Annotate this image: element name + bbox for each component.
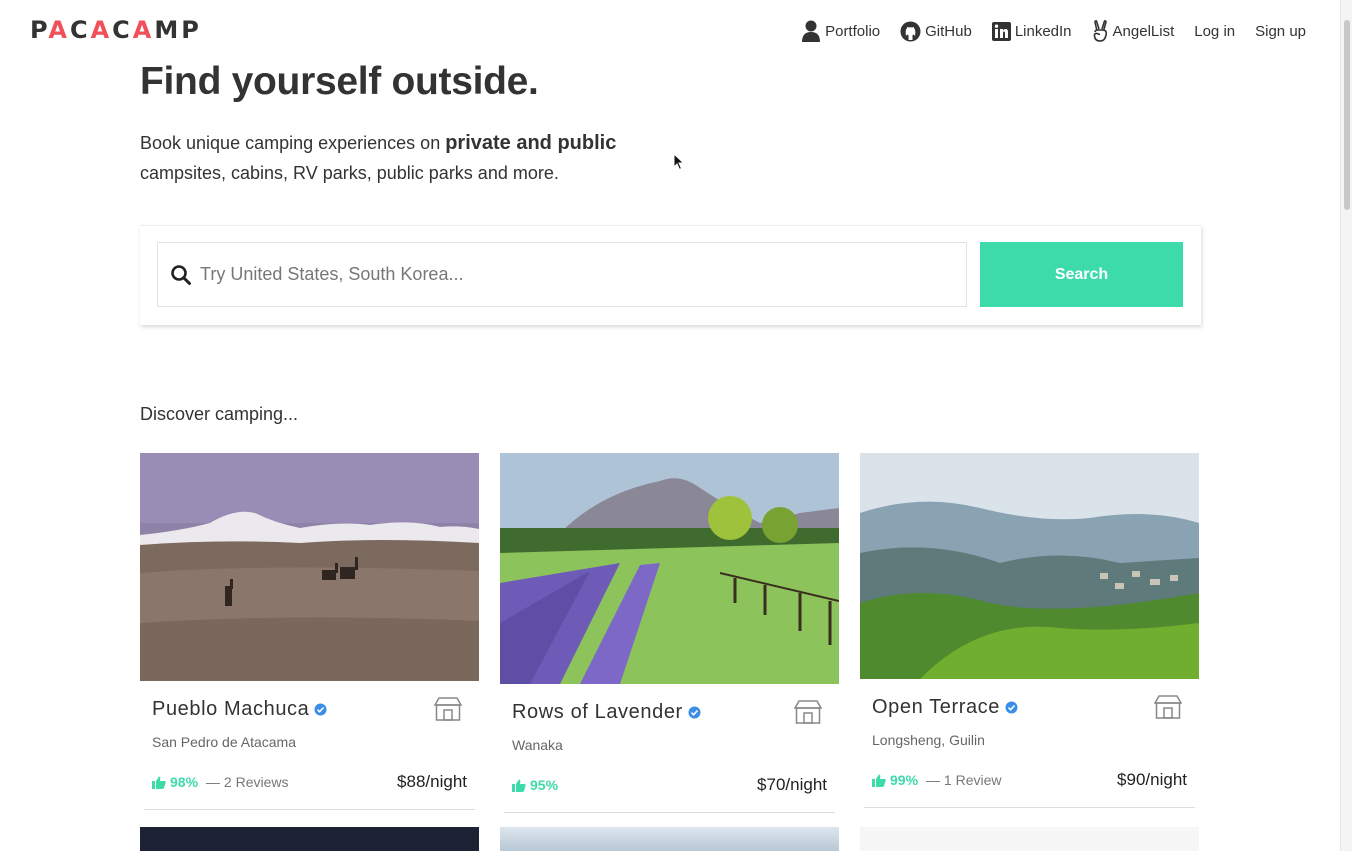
nav-github[interactable]: GitHub [900, 21, 972, 42]
listing-location: Longsheng, Guilin [872, 732, 985, 748]
hero-subtitle: Book unique camping experiences on priva… [140, 132, 617, 183]
listing-photo [860, 453, 1199, 679]
listing-info: Open Terrace Longsheng, Guilin 99% — 1 R… [864, 684, 1195, 808]
discover-heading: Discover camping... [140, 404, 299, 424]
verified-icon [688, 706, 701, 719]
listing-rating: 99% — 1 Review [872, 772, 1002, 788]
rating-percent: 98% [170, 774, 199, 790]
nav-portfolio[interactable]: Portfolio [801, 20, 880, 42]
search-field[interactable] [157, 242, 967, 307]
listing-photo-partial[interactable] [860, 827, 1199, 851]
thumbs-up-icon [872, 774, 886, 787]
listing-price: $90/night [1117, 770, 1187, 789]
header: PACACAMP Portfolio GitHub LinkedIn Angel… [0, 0, 1340, 62]
search-button[interactable]: Search [980, 242, 1183, 307]
review-count: — 2 Reviews [206, 774, 289, 790]
listing-card[interactable]: Rows of Lavender Wanaka 95% $70/night [500, 453, 840, 813]
github-icon [900, 21, 921, 41]
cabin-icon [1153, 695, 1183, 719]
thumbs-up-icon [512, 779, 526, 792]
user-icon [802, 20, 821, 42]
thumbs-up-icon [152, 776, 166, 789]
mouse-cursor-icon [673, 153, 685, 171]
listing-photo [140, 453, 479, 681]
review-count: — 1 Review [926, 772, 1002, 788]
nav-angellist-label: AngelList [1112, 22, 1175, 40]
listing-info: Rows of Lavender Wanaka 95% $70/night [504, 689, 835, 813]
nav-signup[interactable]: Sign up [1255, 23, 1306, 40]
listing-rating: 98% — 2 Reviews [152, 774, 289, 790]
search-panel: Search [140, 225, 1201, 325]
scrollbar-thumb[interactable] [1344, 20, 1350, 210]
listing-photo-partial[interactable] [140, 827, 479, 851]
angellist-icon [1093, 20, 1107, 42]
search-icon [171, 264, 191, 285]
page-scrollbar[interactable] [1340, 0, 1352, 851]
nav-login-label: Log in [1194, 22, 1236, 40]
listing-title: Pueblo Machuca [152, 698, 310, 720]
verified-icon [1005, 701, 1018, 714]
listing-title: Rows of Lavender [512, 701, 683, 723]
nav-login[interactable]: Log in [1194, 23, 1235, 40]
listing-info: Pueblo Machuca San Pedro de Atacama 98% … [144, 686, 475, 810]
search-input[interactable] [200, 264, 960, 285]
cabin-icon [793, 700, 823, 724]
cabin-icon [433, 697, 463, 721]
verified-icon [314, 703, 327, 716]
rating-percent: 99% [890, 772, 919, 788]
linkedin-icon [991, 21, 1011, 41]
listing-card[interactable]: Pueblo Machuca San Pedro de Atacama 98% … [140, 453, 479, 810]
rating-percent: 95% [530, 777, 559, 793]
nav-linkedin[interactable]: LinkedIn [991, 21, 1072, 41]
nav-angellist[interactable]: AngelList [1092, 20, 1175, 42]
listing-card[interactable]: Open Terrace Longsheng, Guilin 99% — 1 R… [860, 453, 1199, 808]
nav-linkedin-label: LinkedIn [1014, 22, 1072, 40]
listing-price: $70/night [757, 775, 827, 794]
nav-signup-label: Sign up [1255, 22, 1306, 40]
hero-title: Find yourself outside. [140, 60, 539, 103]
nav-github-label: GitHub [925, 22, 972, 40]
listing-photo [500, 453, 840, 684]
listing-price: $88/night [397, 772, 467, 791]
nav-portfolio-label: Portfolio [825, 22, 881, 40]
listing-location: Wanaka [512, 737, 563, 753]
listing-rating: 95% [512, 777, 566, 793]
listing-title: Open Terrace [872, 696, 1001, 718]
listing-location: San Pedro de Atacama [152, 734, 296, 750]
logo[interactable]: PACACAMP [30, 16, 202, 44]
listing-photo-partial[interactable] [500, 827, 839, 851]
top-nav: Portfolio GitHub LinkedIn AngelList Log … [801, 20, 1306, 42]
